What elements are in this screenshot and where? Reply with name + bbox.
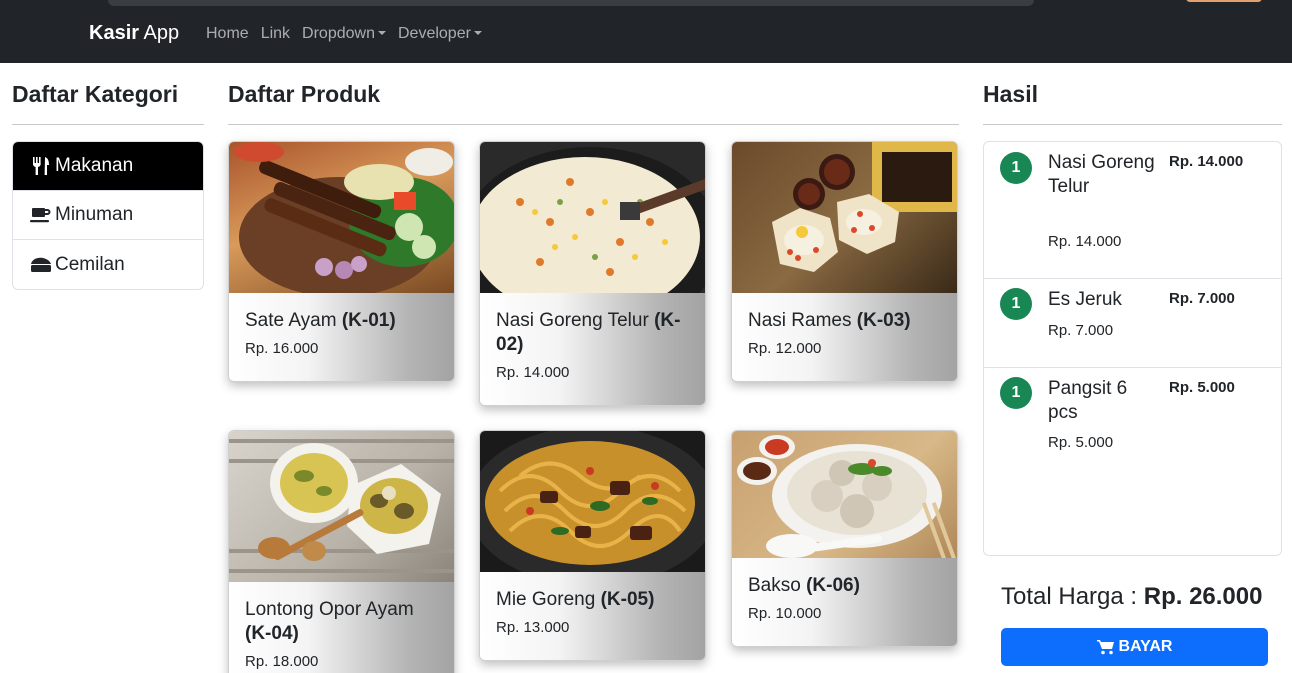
product-card-k03[interactable]: Nasi Rames (K-03) Rp. 12.000 — [731, 141, 958, 382]
caret-down-icon — [473, 31, 482, 35]
produk-divider — [228, 124, 959, 125]
product-image-bakso — [732, 431, 957, 558]
hasil-item-name: Es Jeruk — [1048, 289, 1122, 310]
product-code: (K-06) — [806, 575, 860, 596]
product-card-body: Bakso (K-06) Rp. 10.000 — [732, 558, 957, 646]
product-name: Sate Ayam — [245, 310, 337, 331]
product-card-k02[interactable]: Nasi Goreng Telur (K-02) Rp. 14.000 — [479, 141, 706, 406]
navbar: Kasir App Home Link Dropdown Developer — [0, 6, 1292, 63]
nav-home[interactable]: Home — [206, 25, 249, 43]
product-title: Bakso (K-06) — [748, 574, 941, 598]
product-image-mie-goreng — [480, 431, 705, 572]
hasil-item[interactable]: 1 Nasi Goreng Telur Rp. 14.000 Rp. 14.00… — [984, 142, 1281, 279]
hasil-item-total: Rp. 14.000 — [1169, 153, 1244, 170]
product-title: Lontong Opor Ayam (K-04) — [245, 598, 438, 646]
product-name: Nasi Goreng Telur — [496, 310, 649, 331]
brand[interactable]: Kasir App — [89, 22, 179, 45]
product-name: Lontong Opor Ayam — [245, 599, 414, 620]
product-name: Mie Goreng — [496, 589, 596, 610]
product-image-nasi-goreng-telur — [480, 142, 705, 293]
product-title: Sate Ayam (K-01) — [245, 309, 438, 333]
product-name: Nasi Rames — [748, 310, 852, 331]
bayar-button[interactable]: BAYAR — [1001, 628, 1268, 666]
product-card-k04[interactable]: Lontong Opor Ayam (K-04) Rp. 18.000 — [228, 430, 455, 673]
cart-icon — [1096, 639, 1115, 655]
nav-dropdown-label: Dropdown — [302, 25, 375, 42]
category-item-makanan[interactable]: Makanan — [13, 142, 203, 191]
quantity-badge: 1 — [1000, 152, 1032, 184]
caret-down-icon — [377, 31, 386, 35]
kategori-heading: Daftar Kategori — [12, 81, 179, 107]
nav-developer-label: Developer — [397, 25, 471, 42]
total-value: Rp. 26.000 — [1143, 583, 1263, 610]
coffee-icon — [29, 205, 53, 225]
category-label: Makanan — [55, 155, 134, 176]
brand-rest: App — [139, 22, 180, 44]
hasil-item[interactable]: 1 Pangsit 6 pcs Rp. 5.000 Rp. 5.000 — [984, 368, 1281, 478]
produk-heading: Daftar Produk — [228, 81, 381, 107]
hasil-item-total: Rp. 7.000 — [1169, 290, 1235, 307]
hasil-item-total: Rp. 5.000 — [1169, 379, 1235, 396]
nav-links: Home Link Dropdown Developer — [206, 25, 494, 43]
hasil-divider — [983, 124, 1282, 125]
cheese-icon — [29, 255, 53, 275]
product-image-nasi-rames — [732, 142, 957, 293]
utensils-icon — [29, 156, 53, 176]
nav-developer[interactable]: Developer — [398, 25, 482, 43]
product-price: Rp. 16.000 — [245, 340, 319, 357]
product-title: Nasi Goreng Telur (K-02) — [496, 309, 689, 357]
hasil-item-unit-price: Rp. 7.000 — [1048, 322, 1114, 339]
product-price: Rp. 14.000 — [496, 364, 570, 381]
category-label: Cemilan — [55, 253, 125, 275]
product-image-lontong-opor-ayam — [229, 431, 454, 582]
hasil-heading: Hasil — [983, 81, 1038, 107]
product-title: Mie Goreng (K-05) — [496, 588, 689, 612]
product-card-body: Nasi Goreng Telur (K-02) Rp. 14.000 — [480, 293, 705, 405]
brand-bold: Kasir — [89, 22, 140, 44]
category-list: Makanan Minuman Cemilan — [12, 141, 204, 290]
product-card-body: Nasi Rames (K-03) Rp. 12.000 — [732, 293, 957, 381]
hasil-item-unit-price: Rp. 5.000 — [1048, 434, 1114, 451]
product-code: (K-03) — [856, 310, 911, 331]
hasil-item-unit-price: Rp. 14.000 — [1048, 233, 1122, 250]
hasil-item-name: Pangsit 6 pcs — [1048, 378, 1128, 423]
quantity-badge: 1 — [1000, 288, 1032, 320]
quantity-badge: 1 — [1000, 377, 1032, 409]
hasil-list: 1 Nasi Goreng Telur Rp. 14.000 Rp. 14.00… — [983, 141, 1282, 556]
category-label: Minuman — [55, 204, 134, 225]
product-price: Rp. 12.000 — [748, 340, 822, 357]
product-code: (K-05) — [600, 589, 655, 610]
product-card-body: Lontong Opor Ayam (K-04) Rp. 18.000 — [229, 582, 454, 673]
product-title: Nasi Rames (K-03) — [748, 309, 941, 333]
product-price: Rp. 10.000 — [748, 605, 822, 622]
nav-dropdown[interactable]: Dropdown — [302, 25, 386, 43]
product-code: (K-01) — [341, 310, 396, 331]
product-price: Rp. 13.000 — [496, 619, 570, 636]
total-label: Total Harga : — [1001, 583, 1144, 610]
top-pill — [1186, 0, 1262, 2]
product-image-sate-ayam — [229, 142, 454, 293]
hasil-item-name: Nasi Goreng Telur — [1048, 152, 1155, 197]
category-item-cemilan[interactable]: Cemilan — [13, 240, 203, 289]
product-card-body: Mie Goreng (K-05) Rp. 13.000 — [480, 572, 705, 660]
bayar-label: BAYAR — [1118, 638, 1173, 655]
nav-link[interactable]: Link — [261, 25, 290, 43]
product-card-k01[interactable]: Sate Ayam (K-01) Rp. 16.000 — [228, 141, 455, 382]
total-harga: Total Harga : Rp. 26.000 — [1001, 583, 1262, 611]
product-card-k06[interactable]: Bakso (K-06) Rp. 10.000 — [731, 430, 958, 647]
product-card-k05[interactable]: Mie Goreng (K-05) Rp. 13.000 — [479, 430, 706, 661]
category-item-minuman[interactable]: Minuman — [13, 191, 203, 240]
kategori-divider — [12, 124, 204, 125]
product-price: Rp. 18.000 — [245, 653, 319, 670]
product-code: (K-04) — [245, 623, 299, 644]
product-card-body: Sate Ayam (K-01) Rp. 16.000 — [229, 293, 454, 381]
hasil-item[interactable]: 1 Es Jeruk Rp. 7.000 Rp. 7.000 — [984, 279, 1281, 368]
product-name: Bakso — [748, 575, 801, 596]
